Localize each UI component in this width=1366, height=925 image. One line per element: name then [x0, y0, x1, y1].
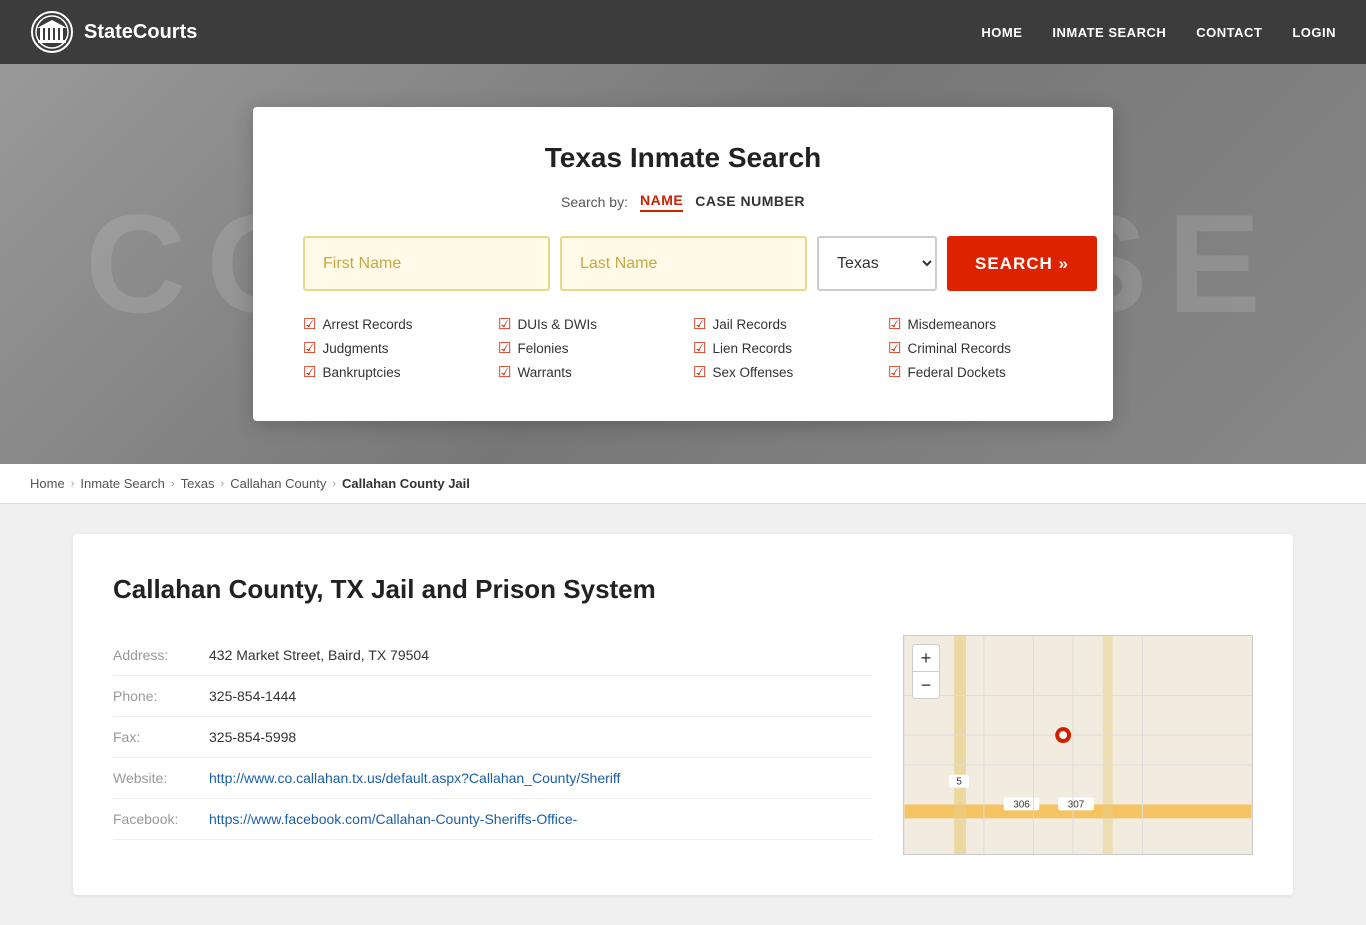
search-card: Texas Inmate Search Search by: NAME CASE…: [253, 107, 1113, 421]
nav-home[interactable]: HOME: [981, 25, 1022, 40]
search-card-title: Texas Inmate Search: [303, 142, 1063, 174]
check-icon-sex-offenses: ☑: [693, 363, 706, 381]
check-label-jail: Jail Records: [712, 317, 786, 332]
check-label-misdemeanors: Misdemeanors: [907, 317, 996, 332]
check-felonies: ☑ Felonies: [498, 339, 673, 357]
phone-value: 325-854-1444: [209, 688, 296, 704]
tab-case-number[interactable]: CASE NUMBER: [695, 193, 805, 211]
svg-text:306: 306: [1013, 799, 1030, 810]
phone-row: Phone: 325-854-1444: [113, 676, 873, 717]
website-value: http://www.co.callahan.tx.us/default.asp…: [209, 770, 620, 786]
svg-text:307: 307: [1068, 799, 1085, 810]
checklist: ☑ Arrest Records ☑ DUIs & DWIs ☑ Jail Re…: [303, 315, 1063, 381]
facebook-value: https://www.facebook.com/Callahan-County…: [209, 811, 577, 827]
website-label: Website:: [113, 770, 193, 786]
search-by-label: Search by:: [561, 194, 628, 210]
site-logo-text: StateCourts: [84, 21, 197, 44]
breadcrumb-home[interactable]: Home: [30, 476, 65, 491]
check-federal-dockets: ☑ Federal Dockets: [888, 363, 1063, 381]
svg-text:5: 5: [956, 777, 962, 788]
check-jail-records: ☑ Jail Records: [693, 315, 868, 333]
search-by-row: Search by: NAME CASE NUMBER: [303, 192, 1063, 212]
breadcrumb-sep-4: ›: [332, 478, 336, 490]
check-duis: ☑ DUIs & DWIs: [498, 315, 673, 333]
breadcrumb-sep-3: ›: [221, 478, 225, 490]
map-zoom-controls: + −: [912, 644, 940, 699]
info-table: Address: 432 Market Street, Baird, TX 79…: [113, 635, 873, 855]
site-header: StateCourts HOME INMATE SEARCH CONTACT L…: [0, 0, 1366, 64]
check-label-arrest: Arrest Records: [322, 317, 412, 332]
breadcrumb-sep-1: ›: [71, 478, 75, 490]
logo-area: StateCourts: [30, 10, 197, 54]
main-content: Callahan County, TX Jail and Prison Syst…: [43, 534, 1323, 895]
check-label-federal: Federal Dockets: [907, 365, 1005, 380]
hero-section: COURTHOUSE Texas Inmate Search Search by…: [0, 64, 1366, 464]
site-logo-icon: [30, 10, 74, 54]
address-row: Address: 432 Market Street, Baird, TX 79…: [113, 635, 873, 676]
state-select[interactable]: Texas Alabama Alaska Arizona California …: [817, 236, 937, 291]
check-label-bankruptcies: Bankruptcies: [322, 365, 400, 380]
check-icon-federal: ☑: [888, 363, 901, 381]
facebook-link[interactable]: https://www.facebook.com/Callahan-County…: [209, 811, 577, 827]
check-judgments: ☑ Judgments: [303, 339, 478, 357]
search-button[interactable]: SEARCH »: [947, 236, 1097, 291]
check-icon-misdemeanors: ☑: [888, 315, 901, 333]
first-name-input[interactable]: [303, 236, 550, 291]
check-icon-felonies: ☑: [498, 339, 511, 357]
check-label-warrants: Warrants: [517, 365, 571, 380]
website-row: Website: http://www.co.callahan.tx.us/de…: [113, 758, 873, 799]
breadcrumb-sep-2: ›: [171, 478, 175, 490]
facebook-row: Facebook: https://www.facebook.com/Calla…: [113, 799, 873, 840]
nav-login[interactable]: LOGIN: [1292, 25, 1336, 40]
check-icon-lien: ☑: [693, 339, 706, 357]
check-sex-offenses: ☑ Sex Offenses: [693, 363, 868, 381]
check-label-felonies: Felonies: [517, 341, 568, 356]
check-label-judgments: Judgments: [322, 341, 388, 356]
check-criminal-records: ☑ Criminal Records: [888, 339, 1063, 357]
website-link[interactable]: http://www.co.callahan.tx.us/default.asp…: [209, 770, 620, 786]
map-zoom-in[interactable]: +: [913, 645, 939, 671]
fax-value: 325-854-5998: [209, 729, 296, 745]
nav-contact[interactable]: CONTACT: [1196, 25, 1262, 40]
map-zoom-out[interactable]: −: [913, 672, 939, 698]
breadcrumb-current: Callahan County Jail: [342, 476, 470, 491]
fax-row: Fax: 325-854-5998: [113, 717, 873, 758]
check-icon-jail: ☑: [693, 315, 706, 333]
phone-label: Phone:: [113, 688, 193, 704]
check-label-criminal: Criminal Records: [907, 341, 1011, 356]
check-label-duis: DUIs & DWIs: [517, 317, 597, 332]
check-lien-records: ☑ Lien Records: [693, 339, 868, 357]
check-misdemeanors: ☑ Misdemeanors: [888, 315, 1063, 333]
check-label-lien: Lien Records: [712, 341, 792, 356]
map-svg: 306 307 5: [904, 636, 1252, 854]
facility-title: Callahan County, TX Jail and Prison Syst…: [113, 574, 1253, 605]
breadcrumb-inmate-search[interactable]: Inmate Search: [80, 476, 165, 491]
check-warrants: ☑ Warrants: [498, 363, 673, 381]
last-name-input[interactable]: [560, 236, 807, 291]
breadcrumb: Home › Inmate Search › Texas › Callahan …: [0, 464, 1366, 504]
check-icon-warrants: ☑: [498, 363, 511, 381]
check-icon-arrest: ☑: [303, 315, 316, 333]
facility-info-card: Callahan County, TX Jail and Prison Syst…: [73, 534, 1293, 895]
tab-name[interactable]: NAME: [640, 192, 683, 212]
address-label: Address:: [113, 647, 193, 663]
fax-label: Fax:: [113, 729, 193, 745]
check-arrest-records: ☑ Arrest Records: [303, 315, 478, 333]
address-value: 432 Market Street, Baird, TX 79504: [209, 647, 429, 663]
breadcrumb-texas[interactable]: Texas: [181, 476, 215, 491]
check-icon-criminal: ☑: [888, 339, 901, 357]
check-icon-bankruptcies: ☑: [303, 363, 316, 381]
check-icon-duis: ☑: [498, 315, 511, 333]
nav-inmate-search[interactable]: INMATE SEARCH: [1052, 25, 1166, 40]
main-nav: HOME INMATE SEARCH CONTACT LOGIN: [981, 25, 1336, 40]
check-icon-judgments: ☑: [303, 339, 316, 357]
info-layout: Address: 432 Market Street, Baird, TX 79…: [113, 635, 1253, 855]
search-inputs-row: Texas Alabama Alaska Arizona California …: [303, 236, 1063, 291]
check-bankruptcies: ☑ Bankruptcies: [303, 363, 478, 381]
check-label-sex-offenses: Sex Offenses: [712, 365, 793, 380]
breadcrumb-callahan-county[interactable]: Callahan County: [230, 476, 326, 491]
map-container: + − 306 307: [903, 635, 1253, 855]
facebook-label: Facebook:: [113, 811, 193, 827]
